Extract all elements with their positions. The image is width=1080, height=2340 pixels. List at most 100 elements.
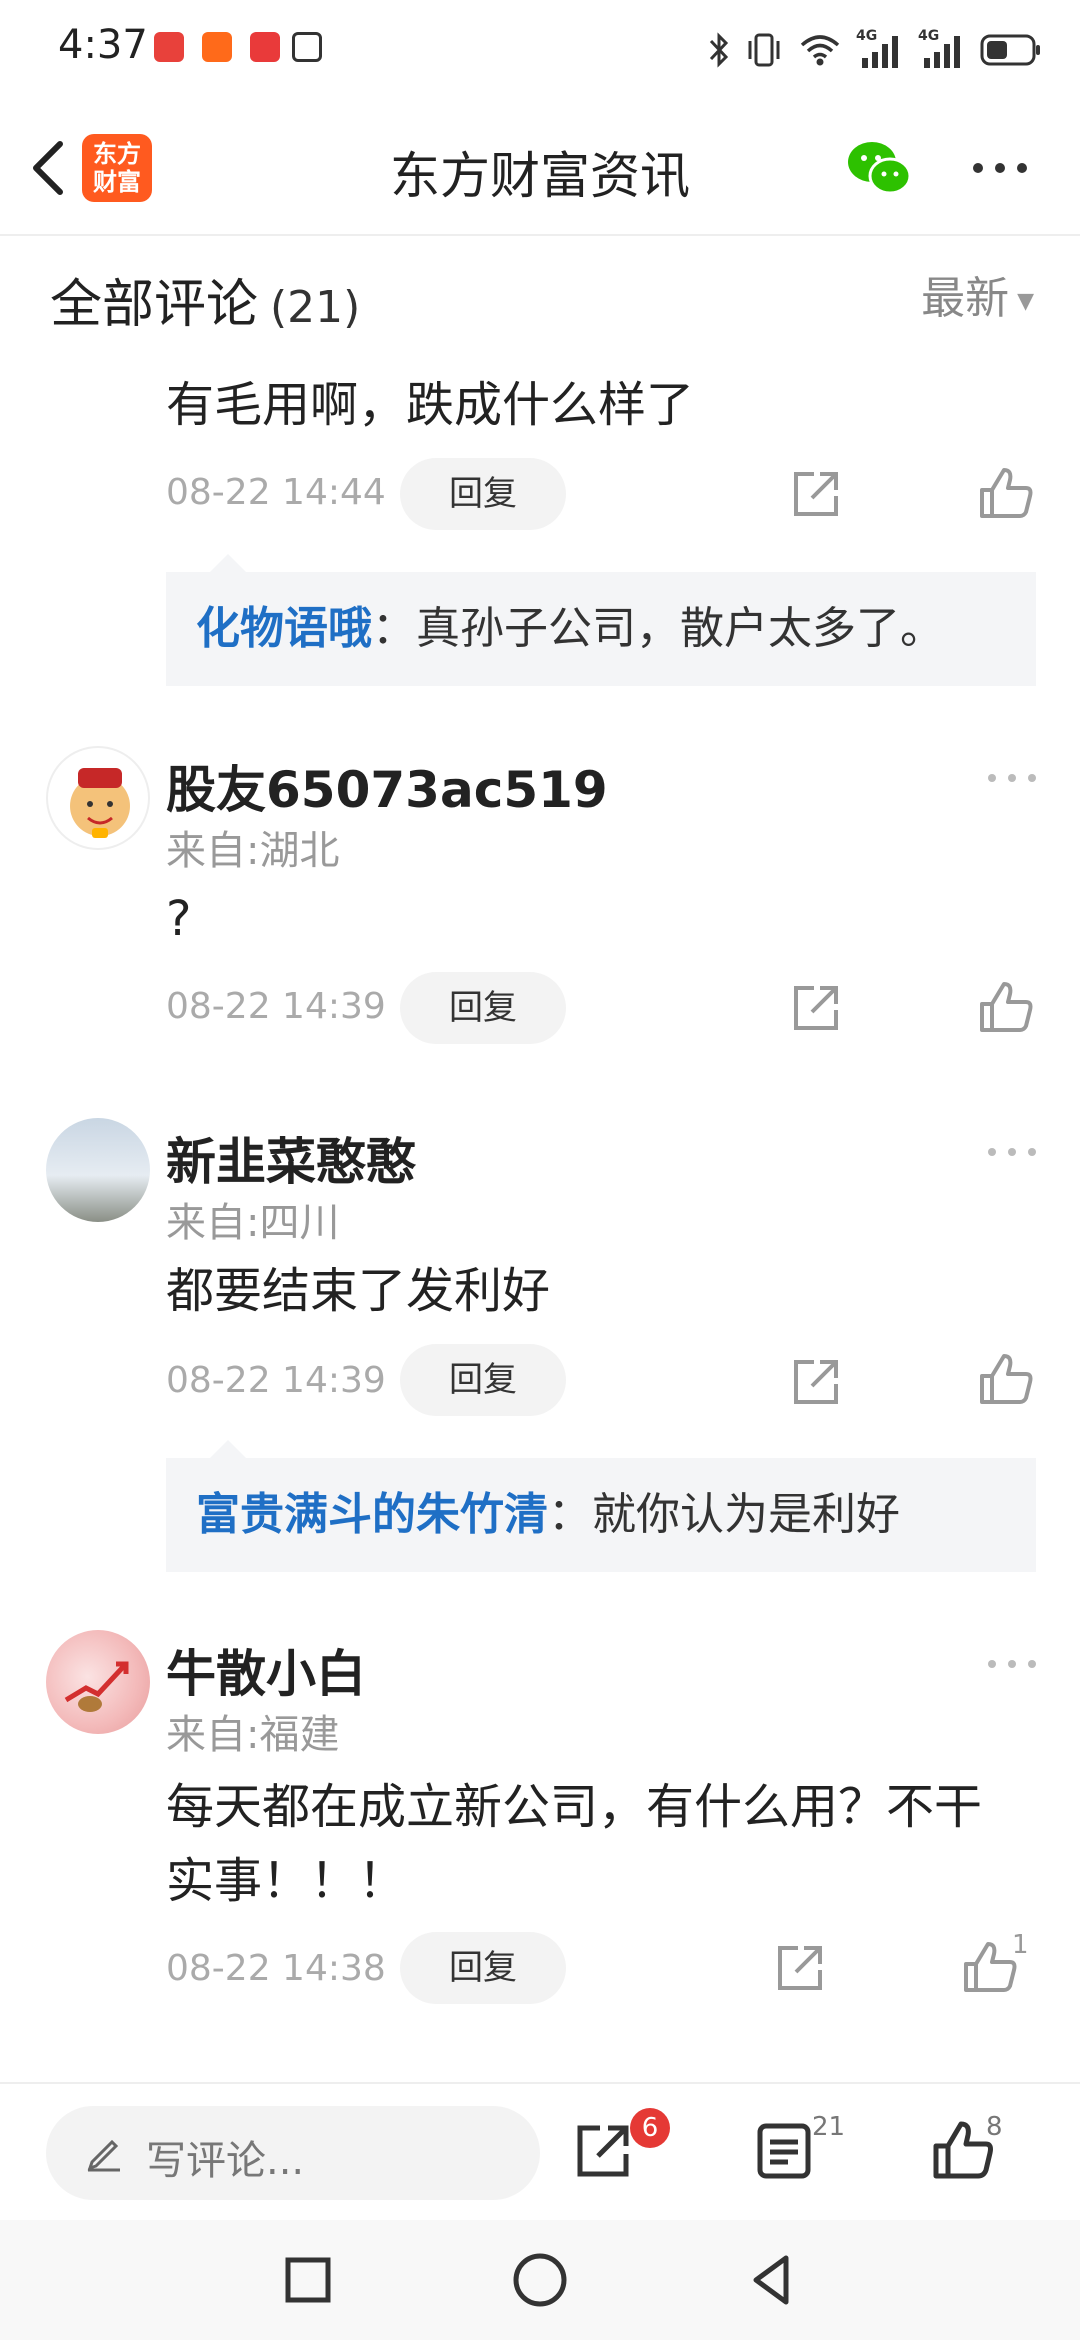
sort-label: 最新 xyxy=(921,273,1010,324)
share-button[interactable] xyxy=(788,980,844,1036)
more-dots-icon xyxy=(988,1660,1036,1668)
user-location: 来自:福建 xyxy=(166,1712,340,1758)
thumbs-up-icon xyxy=(980,1354,1033,1404)
reply-content: 化物语哦：真孙子公司，散户太多了。 xyxy=(196,572,944,686)
more-dots-icon xyxy=(973,163,1027,173)
user-name[interactable]: 新韭菜憨憨 xyxy=(166,1122,416,1194)
avatar[interactable] xyxy=(46,1118,150,1222)
share-button[interactable] xyxy=(788,466,844,522)
comments-header: 全部评论 (21) xyxy=(50,262,360,337)
more-dots-icon xyxy=(988,1148,1036,1156)
like-count-total: 8 xyxy=(986,2112,1003,2142)
share-button[interactable] xyxy=(570,2118,636,2184)
signal-bars-icon xyxy=(924,36,960,68)
comment-text-line-1: 每天都在成立新公司，有什么用？不干 xyxy=(166,1779,983,1835)
rising-chart-avatar-icon xyxy=(64,1661,129,1712)
comment-more-button[interactable] xyxy=(986,768,1038,788)
toutiao-app-icon xyxy=(250,32,280,62)
reply-text: ：就你认为是利好 xyxy=(548,1489,900,1540)
app-header: 东方 财富 东方财富资讯 xyxy=(0,100,1080,236)
triangle-back-icon xyxy=(753,2255,789,2305)
status-bar: 4:37 4G 4G xyxy=(0,0,1080,100)
user-location: 来自:四川 xyxy=(166,1200,340,1246)
user-location: 来自:湖北 xyxy=(166,828,340,874)
paper-plane-app-icon xyxy=(202,32,232,62)
user-name[interactable]: 牛散小白 xyxy=(166,1634,366,1706)
thumbs-up-icon xyxy=(980,982,1033,1032)
page-title: 东方财富资讯 xyxy=(390,147,690,205)
comment-text: 每天都在成立新公司，有什么用？不干 实事！！！ xyxy=(166,1770,1046,1918)
comment-time: 08-22 14:39 xyxy=(166,1360,386,1401)
share-button[interactable] xyxy=(788,1354,844,1410)
reply-box[interactable]: 化物语哦：真孙子公司，散户太多了。 xyxy=(166,554,1036,686)
like-count: 1 xyxy=(1012,1930,1029,1960)
wechat-icon xyxy=(848,142,912,195)
comment-list-icon xyxy=(757,2123,811,2179)
comments-title: 全部评论 xyxy=(50,275,259,335)
like-button[interactable] xyxy=(976,1350,1036,1410)
home-button[interactable] xyxy=(510,2250,570,2310)
status-indicators: 4G 4G xyxy=(708,28,1042,72)
comment-input[interactable]: 写评论... xyxy=(46,2106,540,2200)
avatar[interactable] xyxy=(46,1630,150,1734)
comment-text: 有毛用啊，跌成什么样了 xyxy=(166,377,695,433)
nfc-icon xyxy=(292,32,322,62)
recent-apps-button[interactable] xyxy=(278,2250,338,2310)
avatar[interactable] xyxy=(46,746,150,850)
comment-more-button[interactable] xyxy=(986,1142,1038,1162)
back-nav-button[interactable] xyxy=(742,2250,802,2310)
reply-box[interactable]: 富贵满斗的朱竹清：就你认为是利好 xyxy=(166,1440,1036,1572)
comments-button[interactable] xyxy=(752,2118,818,2184)
more-options-button[interactable] xyxy=(970,156,1030,180)
comment-more-button[interactable] xyxy=(986,1654,1038,1674)
share-icon xyxy=(794,986,838,1030)
sort-dropdown[interactable]: 最新 ▼ xyxy=(921,262,1034,326)
comment-time: 08-22 14:39 xyxy=(166,986,386,1027)
status-time: 4:37 xyxy=(58,22,148,68)
comment-count: 21 xyxy=(812,2112,846,2142)
thumbs-up-icon xyxy=(980,468,1033,518)
signal-1: 4G xyxy=(856,28,904,72)
caret-down-icon: ▼ xyxy=(1017,288,1034,314)
system-navigation-bar xyxy=(0,2220,1080,2340)
like-button[interactable] xyxy=(960,1938,1020,1998)
comment-text: 都要结束了发利好 xyxy=(166,1263,551,1319)
bluetooth-icon xyxy=(709,32,729,68)
pencil-icon xyxy=(87,2139,120,2172)
signal-bars-icon xyxy=(862,36,898,68)
share-button[interactable] xyxy=(772,1940,828,1996)
share-icon xyxy=(794,472,838,516)
fortune-god-avatar-icon xyxy=(70,768,130,838)
like-button[interactable] xyxy=(976,464,1036,524)
user-name[interactable]: 股友65073ac519 xyxy=(166,750,608,822)
share-count-badge: 6 xyxy=(630,2108,670,2148)
reply-text: ：真孙子公司，散户太多了。 xyxy=(372,603,944,654)
huawei-app-icon xyxy=(154,32,184,62)
vibrate-icon xyxy=(748,33,780,67)
share-icon xyxy=(794,1360,838,1404)
reply-username[interactable]: 富贵满斗的朱竹清 xyxy=(196,1489,548,1540)
share-icon xyxy=(577,2125,629,2177)
comment-input-placeholder: 写评论... xyxy=(146,2138,305,2184)
reply-button[interactable]: 回复 xyxy=(400,1932,566,2004)
wifi-icon xyxy=(800,35,840,66)
reply-button[interactable]: 回复 xyxy=(400,458,566,530)
thumbs-up-icon xyxy=(964,1942,1017,1992)
comment-text-line-2: 实事！！！ xyxy=(166,1853,407,1909)
comment-time: 08-22 14:44 xyxy=(166,472,386,513)
reply-button[interactable]: 回复 xyxy=(400,1344,566,1416)
comment-time: 08-22 14:38 xyxy=(166,1948,386,1989)
wechat-share-button[interactable] xyxy=(846,138,912,198)
more-dots-icon xyxy=(988,774,1036,782)
square-icon xyxy=(285,2257,331,2303)
comment-text: ? xyxy=(166,891,192,947)
reply-username[interactable]: 化物语哦 xyxy=(196,603,372,654)
signal-2: 4G xyxy=(918,28,966,72)
share-icon xyxy=(778,1946,822,1990)
reply-content: 富贵满斗的朱竹清：就你认为是利好 xyxy=(196,1458,900,1572)
reply-button[interactable]: 回复 xyxy=(400,972,566,1044)
battery-icon xyxy=(980,34,1040,66)
bottom-action-bar: 写评论... 6 21 8 xyxy=(0,2082,1080,2220)
like-button[interactable] xyxy=(976,978,1036,1038)
circle-icon xyxy=(513,2253,567,2307)
